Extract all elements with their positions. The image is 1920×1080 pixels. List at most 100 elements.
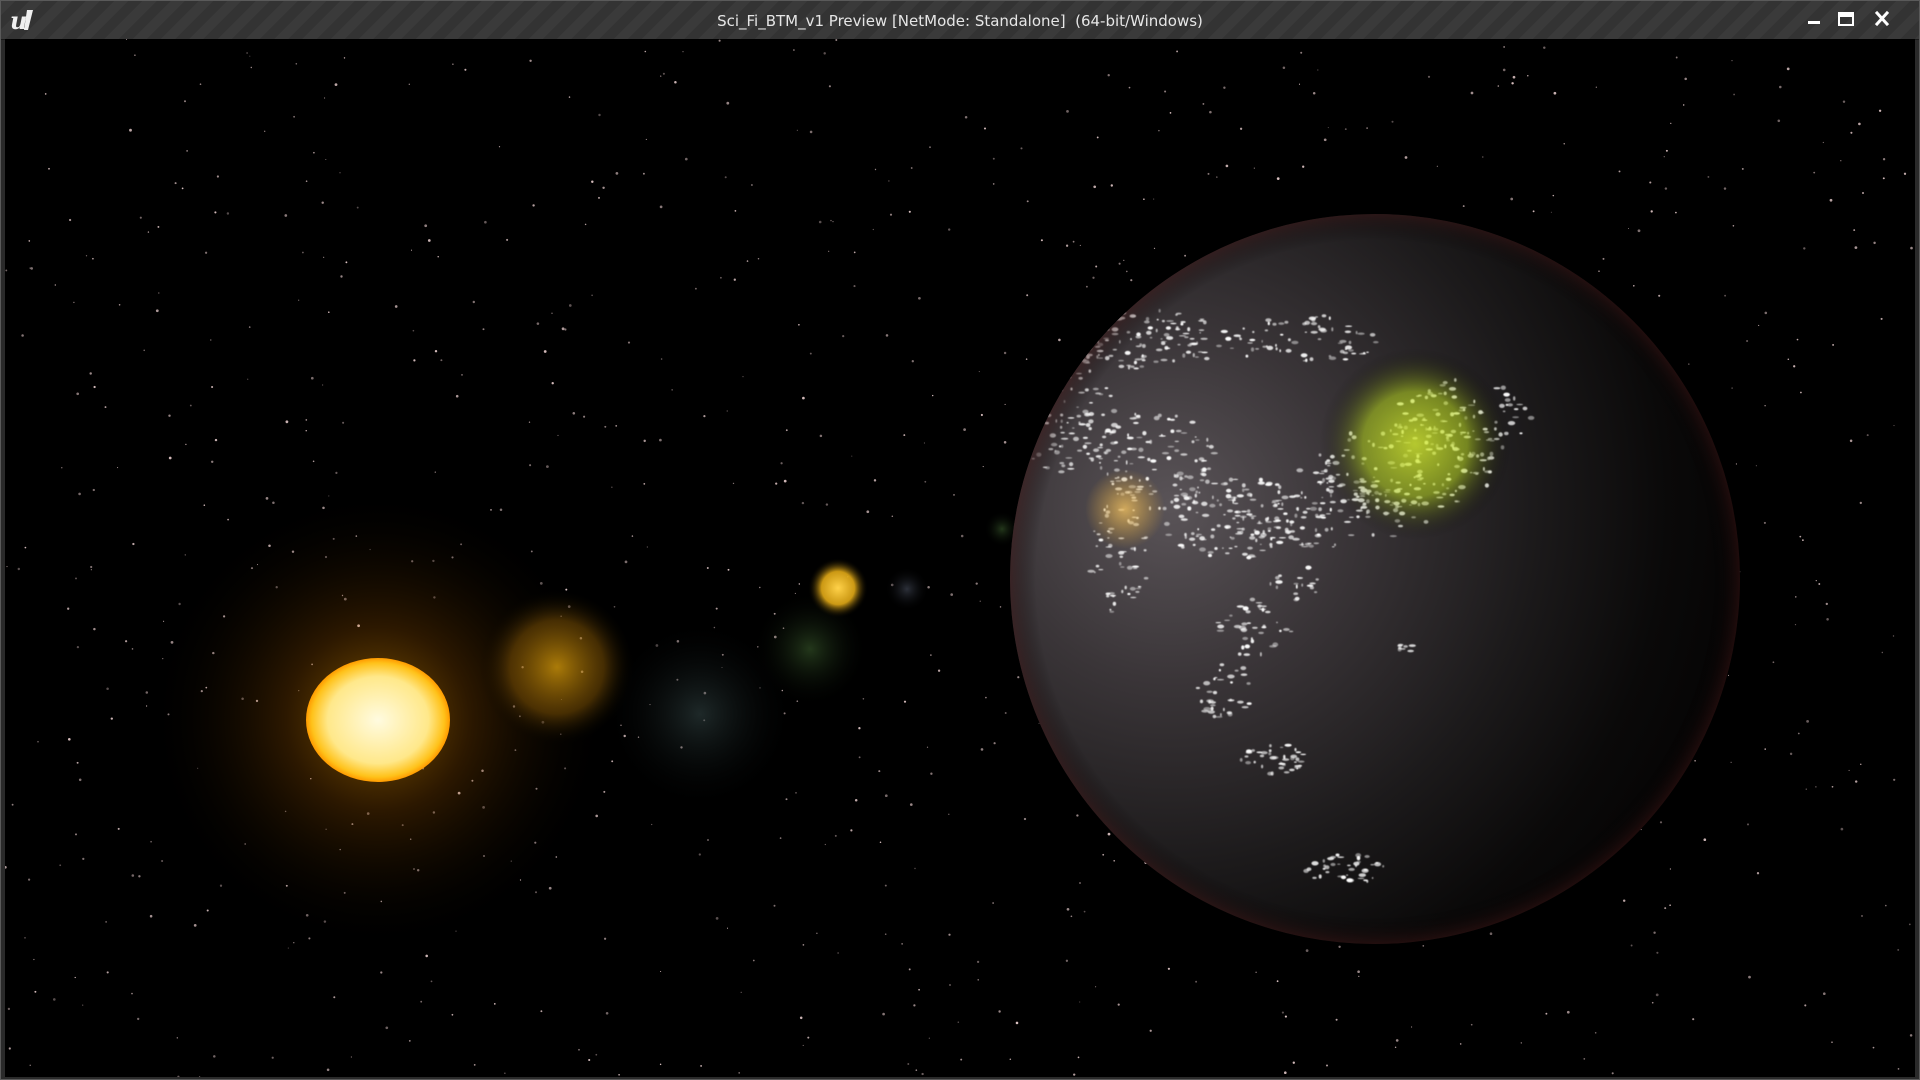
star <box>174 182 177 185</box>
star <box>706 567 709 569</box>
star <box>1003 351 1007 355</box>
star <box>1682 104 1685 106</box>
minimize-button[interactable] <box>1799 8 1829 30</box>
game-viewport[interactable] <box>5 39 1915 1077</box>
star <box>163 620 165 622</box>
star <box>1107 832 1111 836</box>
star <box>408 1040 411 1042</box>
star <box>310 376 314 380</box>
star <box>1688 363 1690 365</box>
star <box>873 479 877 482</box>
star <box>339 172 341 174</box>
star <box>76 761 79 764</box>
star <box>801 501 805 505</box>
star <box>802 396 805 400</box>
star <box>949 984 951 986</box>
star <box>461 374 463 376</box>
star <box>73 301 75 304</box>
star <box>139 216 142 219</box>
star <box>796 129 798 131</box>
star <box>1602 257 1605 260</box>
star <box>295 63 298 65</box>
star <box>1651 1001 1654 1004</box>
star <box>214 438 218 442</box>
star <box>853 285 856 288</box>
star <box>8 1047 11 1050</box>
star <box>1779 85 1782 89</box>
star <box>1669 868 1672 870</box>
close-button[interactable] <box>1867 8 1897 30</box>
star <box>493 1003 496 1005</box>
star <box>484 220 487 224</box>
star <box>1763 521 1766 524</box>
star <box>340 275 343 278</box>
space-scene <box>5 39 1915 1077</box>
star <box>551 382 554 385</box>
star <box>643 439 646 443</box>
star <box>482 328 485 331</box>
star <box>184 100 186 103</box>
star <box>1207 172 1210 175</box>
star <box>1512 75 1516 79</box>
star <box>1510 197 1514 201</box>
star <box>733 278 736 281</box>
star <box>1312 91 1316 95</box>
star <box>213 1055 216 1058</box>
star <box>104 406 107 409</box>
star <box>802 1044 804 1046</box>
star <box>24 937 26 939</box>
star <box>1658 294 1661 297</box>
star <box>1649 181 1652 184</box>
star <box>732 482 735 485</box>
star <box>1703 838 1707 842</box>
star <box>1637 229 1641 233</box>
star <box>980 413 983 417</box>
star <box>1317 69 1319 71</box>
star <box>1066 907 1070 911</box>
star <box>888 180 890 182</box>
star <box>746 260 749 262</box>
star <box>1789 752 1793 756</box>
star <box>978 371 980 373</box>
star <box>1897 948 1900 951</box>
star <box>645 138 647 140</box>
star <box>992 183 995 185</box>
star <box>420 1000 423 1003</box>
title-bar[interactable]: u Sci_Fi_BTM_v1 Preview [NetMode: Standa… <box>1 1 1919 40</box>
star <box>1102 853 1105 856</box>
star <box>1184 254 1187 257</box>
star <box>1079 1001 1081 1003</box>
star <box>615 425 618 427</box>
star <box>909 803 913 806</box>
star <box>326 1068 330 1072</box>
star <box>1107 74 1110 77</box>
star <box>440 359 443 362</box>
star <box>548 886 552 890</box>
star <box>1675 211 1677 214</box>
maximize-button[interactable] <box>1831 8 1861 30</box>
star <box>1802 539 1804 541</box>
star <box>1831 1041 1833 1043</box>
star <box>759 586 761 589</box>
star <box>28 878 31 881</box>
star <box>74 976 76 979</box>
star <box>659 205 663 209</box>
star <box>1665 149 1668 152</box>
star <box>1065 959 1069 962</box>
star <box>602 186 605 190</box>
star <box>1338 945 1341 948</box>
star <box>1758 324 1760 326</box>
star <box>75 577 77 580</box>
star <box>1872 1046 1875 1049</box>
star <box>1305 949 1309 952</box>
star <box>1746 823 1750 826</box>
star <box>1818 583 1821 585</box>
star <box>1323 138 1327 142</box>
star <box>1908 923 1911 926</box>
star <box>1076 814 1079 817</box>
star <box>504 1072 506 1074</box>
star <box>1842 100 1846 103</box>
lens-flare <box>885 567 929 611</box>
star <box>143 349 145 352</box>
star <box>131 874 135 877</box>
